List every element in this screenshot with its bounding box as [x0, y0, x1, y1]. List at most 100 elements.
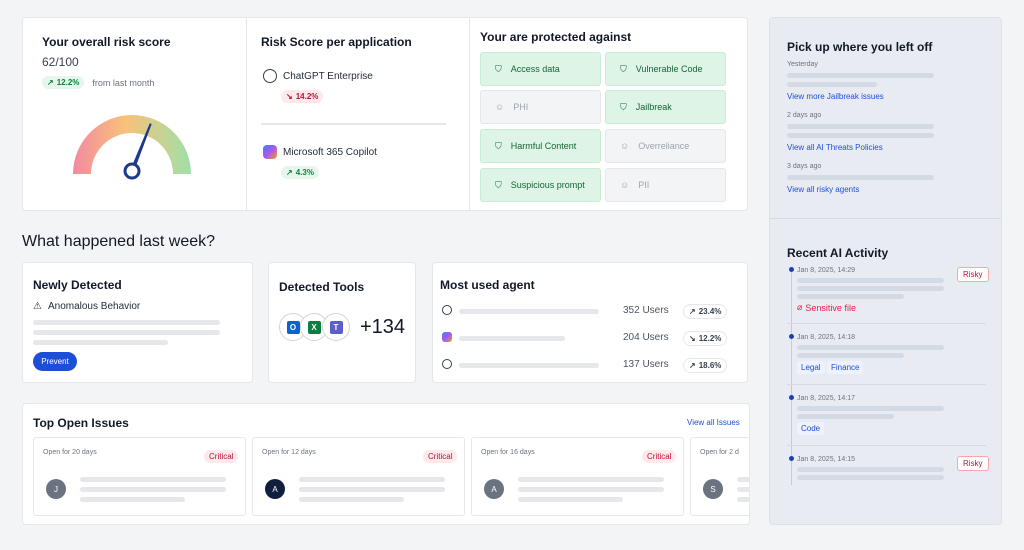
placeholder-line [797, 294, 904, 299]
risk-change-row: ↗ 12.2% from last month [42, 76, 154, 89]
agent-change-badge: ↘ 12.2% [683, 331, 728, 346]
placeholder-line [299, 477, 445, 482]
placeholder-line [797, 278, 944, 283]
detected-tools-title: Detected Tools [279, 280, 365, 294]
placeholder-line [459, 336, 565, 341]
protection-pii[interactable]: ☺ PII [605, 168, 726, 202]
shield-check-icon: ⛉ [495, 63, 502, 74]
placeholder-line [299, 497, 404, 502]
openai-icon [263, 69, 277, 83]
placeholder-line [797, 353, 904, 358]
avatar: S [703, 479, 723, 499]
paperclip-icon: ⌀ [797, 302, 803, 312]
app-name: Microsoft 365 Copilot [283, 146, 377, 158]
placeholder-line [787, 82, 877, 87]
placeholder-line [797, 467, 944, 472]
protection-label: Suspicious prompt [510, 180, 585, 190]
agent-change-badge: ↗ 23.4% [683, 304, 728, 319]
protection-vulnerable-code[interactable]: ⛉ Vulnerable Code [605, 52, 726, 86]
divider [770, 218, 1001, 219]
gauge-hub [123, 162, 141, 180]
issue-open-duration: Open for 12 days [262, 449, 316, 456]
divider [787, 384, 986, 385]
risk-change-badge: ↗ 12.2% [42, 76, 85, 89]
protection-label: Access data [510, 64, 560, 74]
app-change-badge: ↘ 14.2% [281, 90, 324, 103]
risk-change-value: 12.2% [56, 78, 80, 87]
app-row-copilot[interactable]: Microsoft 365 Copilot [263, 145, 377, 159]
activity-time: Jan 8, 2025, 14:15 [797, 456, 855, 463]
issue-open-duration: Open for 16 days [481, 449, 535, 456]
placeholder-line [80, 487, 226, 492]
pickup-link[interactable]: View all AI Threats Policies [787, 143, 883, 152]
issue-card[interactable]: Open for 16 days Critical A [471, 437, 684, 516]
risk-change-suffix: from last month [92, 77, 155, 88]
issue-card[interactable]: Open for 12 days Critical A [252, 437, 465, 516]
timeline-dot [789, 334, 794, 339]
app-row-chatgpt[interactable]: ChatGPT Enterprise [263, 69, 373, 83]
activity-tag[interactable]: Legal [797, 361, 825, 374]
most-used-agent-card: Most used agent 352 Users ↗ 23.4% 204 Use… [432, 262, 748, 383]
trend-up-icon: ↗ [286, 168, 293, 177]
risk-score-title: Your overall risk score [42, 35, 171, 49]
prevent-button[interactable]: Prevent [33, 352, 77, 371]
trend-down-icon: ↘ [689, 334, 696, 343]
placeholder-line [299, 487, 445, 492]
right-sidebar: Pick up where you left off Yesterday Vie… [769, 17, 1002, 525]
avatar: A [484, 479, 504, 499]
activity-tag[interactable]: Code [797, 422, 825, 435]
sensitive-file-tag[interactable]: ⌀ Sensitive file [797, 302, 856, 313]
mask-icon: ☺ [620, 180, 630, 190]
placeholder-line [737, 477, 749, 482]
protection-harmful-content[interactable]: ⛉ Harmful Content [480, 129, 601, 163]
activity-title: Recent AI Activity [787, 246, 889, 260]
protection-phi[interactable]: ☺ PHI [480, 90, 601, 124]
placeholder-line [797, 286, 944, 291]
open-issues-title: Top Open Issues [33, 416, 129, 430]
warning-icon: ⚠ [33, 301, 42, 312]
most-used-agent-title: Most used agent [440, 278, 535, 292]
app-change-value: 14.2% [295, 92, 319, 101]
activity-tag[interactable]: Finance [827, 361, 864, 374]
newly-detected-title: Newly Detected [33, 278, 122, 292]
trend-up-icon: ↗ [47, 78, 54, 87]
openai-icon [442, 305, 452, 315]
placeholder-line [518, 477, 664, 482]
placeholder-line [737, 487, 749, 492]
apps-title: Risk Score per application [261, 35, 412, 49]
pickup-when: 3 days ago [787, 163, 822, 170]
app-name: ChatGPT Enterprise [283, 70, 373, 82]
critical-badge: Critical [204, 450, 239, 463]
critical-badge: Critical [423, 450, 458, 463]
newly-detected-card: Newly Detected ⚠ Anomalous Behavior Prev… [22, 262, 253, 383]
divider [787, 323, 986, 324]
placeholder-line [737, 497, 749, 502]
placeholder-line [797, 345, 944, 350]
shield-check-icon: ⛉ [620, 63, 627, 74]
issue-card[interactable]: Open for 20 days Critical J [33, 437, 246, 516]
protection-overreliance[interactable]: ☺ Overreliance [605, 129, 726, 163]
anomalous-row: ⚠ Anomalous Behavior [33, 301, 140, 312]
trend-down-icon: ↘ [286, 92, 293, 101]
placeholder-line [518, 497, 623, 502]
risky-badge: Risky [957, 267, 989, 282]
protection-suspicious-prompt[interactable]: ⛉ Suspicious prompt [480, 168, 601, 202]
pickup-link[interactable]: View all risky agents [787, 185, 859, 194]
agent-change-value: 18.6% [698, 361, 722, 370]
protection-jailbreak[interactable]: ⛉ Jailbreak [605, 90, 726, 124]
risk-score-value: 62/100 [42, 55, 79, 69]
protection-access-data[interactable]: ⛉ Access data [480, 52, 601, 86]
protection-label: Jailbreak [635, 102, 672, 112]
agent-change-value: 12.2% [698, 334, 722, 343]
issue-card[interactable]: Open for 2 d S [690, 437, 749, 516]
issue-open-duration: Open for 2 d [700, 449, 739, 456]
issue-open-duration: Open for 20 days [43, 449, 97, 456]
copilot-icon [442, 332, 452, 342]
avatar: A [265, 479, 285, 499]
tools-count: +134 [360, 316, 406, 338]
app-change-value: 4.3% [295, 168, 314, 177]
timeline-dot [789, 267, 794, 272]
agent-change-value: 23.4% [698, 307, 722, 316]
pickup-link[interactable]: View more Jailbreak issues [787, 92, 884, 101]
view-all-issues-link[interactable]: View all Issues [687, 418, 740, 427]
